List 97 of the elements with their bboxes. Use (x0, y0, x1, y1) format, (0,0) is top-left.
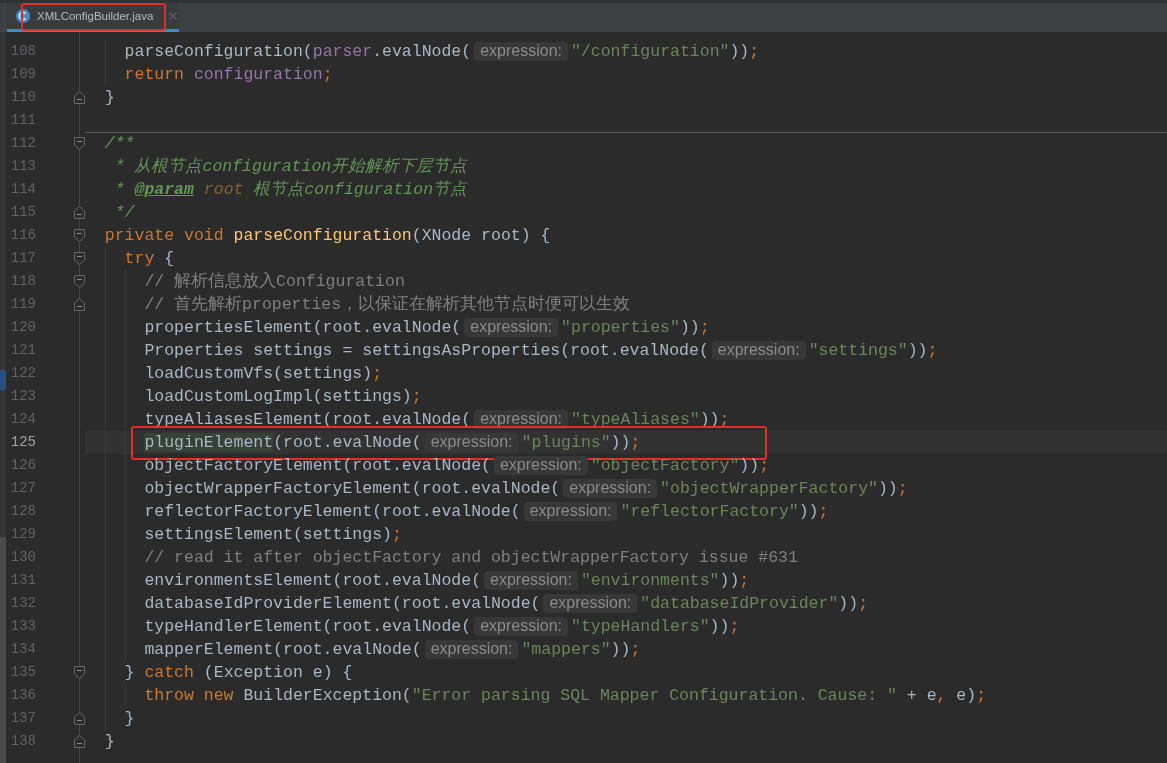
parameter-hint: expression: (474, 41, 568, 61)
code-text: "objectWrapperFactory")); (660, 478, 908, 498)
code-text: typeHandlerElement(root.evalNode( (144, 616, 472, 636)
parameter-hint: expression: (711, 340, 806, 360)
parameter-hint: expression: (484, 570, 578, 590)
code-comment: */ (114, 202, 135, 222)
code-text: "settings")); (808, 340, 938, 360)
line-number: 110 (9, 87, 36, 107)
code-text: "plugins")); (521, 432, 641, 452)
parameter-hint: expression: (543, 593, 638, 613)
parameter-hint: expression: (474, 616, 568, 636)
line-number: 118 (9, 271, 36, 291)
code-text: databaseIdProviderElement(root.evalNode( (144, 593, 541, 613)
fold-icon[interactable] (73, 274, 85, 288)
code-comment: /** (104, 133, 135, 153)
line-number: 122 (9, 363, 36, 383)
code-text: pluginElement(root.evalNode( (144, 432, 422, 452)
code-text: "objectFactory")); (590, 455, 770, 475)
code-text: settingsElement(settings); (144, 524, 402, 544)
line-number: 125 (9, 432, 36, 452)
parameter-hint: expression: (464, 317, 559, 337)
parameter-hint: expression: (563, 478, 658, 498)
code-text: try { (124, 248, 175, 268)
code-text: throw new BuilderException("Error parsing SQL Mapper Configuration. Cause: " + e, e); (144, 685, 987, 705)
code-text: "typeHandlers")); (571, 616, 740, 636)
fold-icon[interactable] (73, 136, 85, 150)
code-text: loadCustomLogImpl(settings); (144, 386, 422, 406)
line-number: 133 (9, 616, 36, 636)
line-number: 124 (9, 409, 36, 429)
line-number: 132 (9, 593, 36, 613)
line-number: 123 (9, 386, 36, 406)
line-number: 116 (9, 225, 36, 245)
line-number: 119 (9, 294, 36, 314)
code-text: reflectorFactoryElement(root.evalNode( (144, 501, 521, 521)
code-text: "properties")); (561, 317, 710, 337)
code-text: loadCustomVfs(settings); (144, 363, 383, 383)
code-text: } (104, 87, 115, 107)
code-comment: // 解析信息放入Configuration (144, 271, 405, 292)
code-text: "reflectorFactory")); (620, 501, 829, 521)
line-number: 111 (9, 110, 36, 130)
code-text: "databaseIdProvider")); (640, 593, 869, 613)
line-number: 130 (9, 547, 36, 567)
code-text: "mappers")); (521, 639, 641, 659)
code-text: objectFactoryElement(root.evalNode( (144, 455, 491, 475)
code-text: propertiesElement(root.evalNode( (144, 317, 462, 337)
file-type-icon (16, 9, 30, 23)
fold-icon[interactable] (73, 711, 85, 725)
parameter-hint: expression: (424, 639, 519, 659)
line-number: 112 (9, 133, 36, 153)
position-marker (0, 370, 6, 390)
fold-icon[interactable] (73, 297, 85, 311)
fold-icon[interactable] (73, 228, 85, 242)
line-number: 128 (9, 501, 36, 521)
code-text: return configuration; (124, 64, 333, 84)
parameter-hint: expression: (493, 455, 588, 475)
line-number: 115 (9, 202, 36, 222)
code-text: private void parseConfiguration(XNode root) { (104, 225, 551, 245)
line-number: 114 (9, 179, 36, 199)
fold-icon[interactable] (73, 251, 85, 265)
parameter-hint: expression: (523, 501, 618, 521)
code-text: } (124, 708, 135, 728)
code-text: environmentsElement(root.evalNode( (144, 570, 482, 590)
code-text: parseConfiguration(parser.evalNode( (124, 41, 472, 61)
fold-icon[interactable] (73, 734, 85, 748)
code-text: Properties settings = settingsAsProperties(root.evalNode( (144, 340, 709, 360)
line-number: 131 (9, 570, 36, 590)
line-number: 135 (9, 662, 36, 682)
code-text: "environments")); (580, 570, 750, 590)
line-number: 117 (9, 248, 36, 268)
line-number: 108 (9, 41, 36, 61)
fold-icon[interactable] (73, 665, 85, 679)
code-comment: * 从根节点configuration开始解析下层节点 (114, 156, 468, 177)
code-text: } (104, 731, 115, 751)
parameter-hint: expression: (424, 432, 519, 452)
line-number: 120 (9, 317, 36, 337)
line-number: 138 (9, 731, 36, 751)
line-number: 113 (9, 156, 36, 176)
code-comment: * @param root 根节点configuration节点 (114, 179, 468, 200)
fold-icon[interactable] (73, 205, 85, 219)
code-text: typeAliasesElement(root.evalNode( (144, 409, 472, 429)
editor-tab[interactable]: XMLConfigBuilder.java (7, 3, 179, 32)
fold-icon[interactable] (73, 90, 85, 104)
line-number: 134 (9, 639, 36, 659)
line-number: 109 (9, 64, 36, 84)
code-text: mapperElement(root.evalNode( (144, 639, 422, 659)
code-text: "/configuration")); (571, 41, 760, 61)
line-number: 126 (9, 455, 36, 475)
line-number: 129 (9, 524, 36, 544)
line-number: 121 (9, 340, 36, 360)
line-number: 127 (9, 478, 36, 498)
scroll-thumb[interactable] (0, 537, 6, 763)
code-comment: // read it after objectFactory and objectWrapperFactory issue #631 (144, 547, 798, 567)
code-text: objectWrapperFactoryElement(root.evalNode( (144, 478, 561, 498)
code-text: } catch (Exception e) { (124, 662, 353, 682)
code-comment: // 首先解析properties，以保证在解析其他节点时便可以生效 (144, 294, 631, 315)
line-number: 136 (9, 685, 36, 705)
line-number: 137 (9, 708, 36, 728)
